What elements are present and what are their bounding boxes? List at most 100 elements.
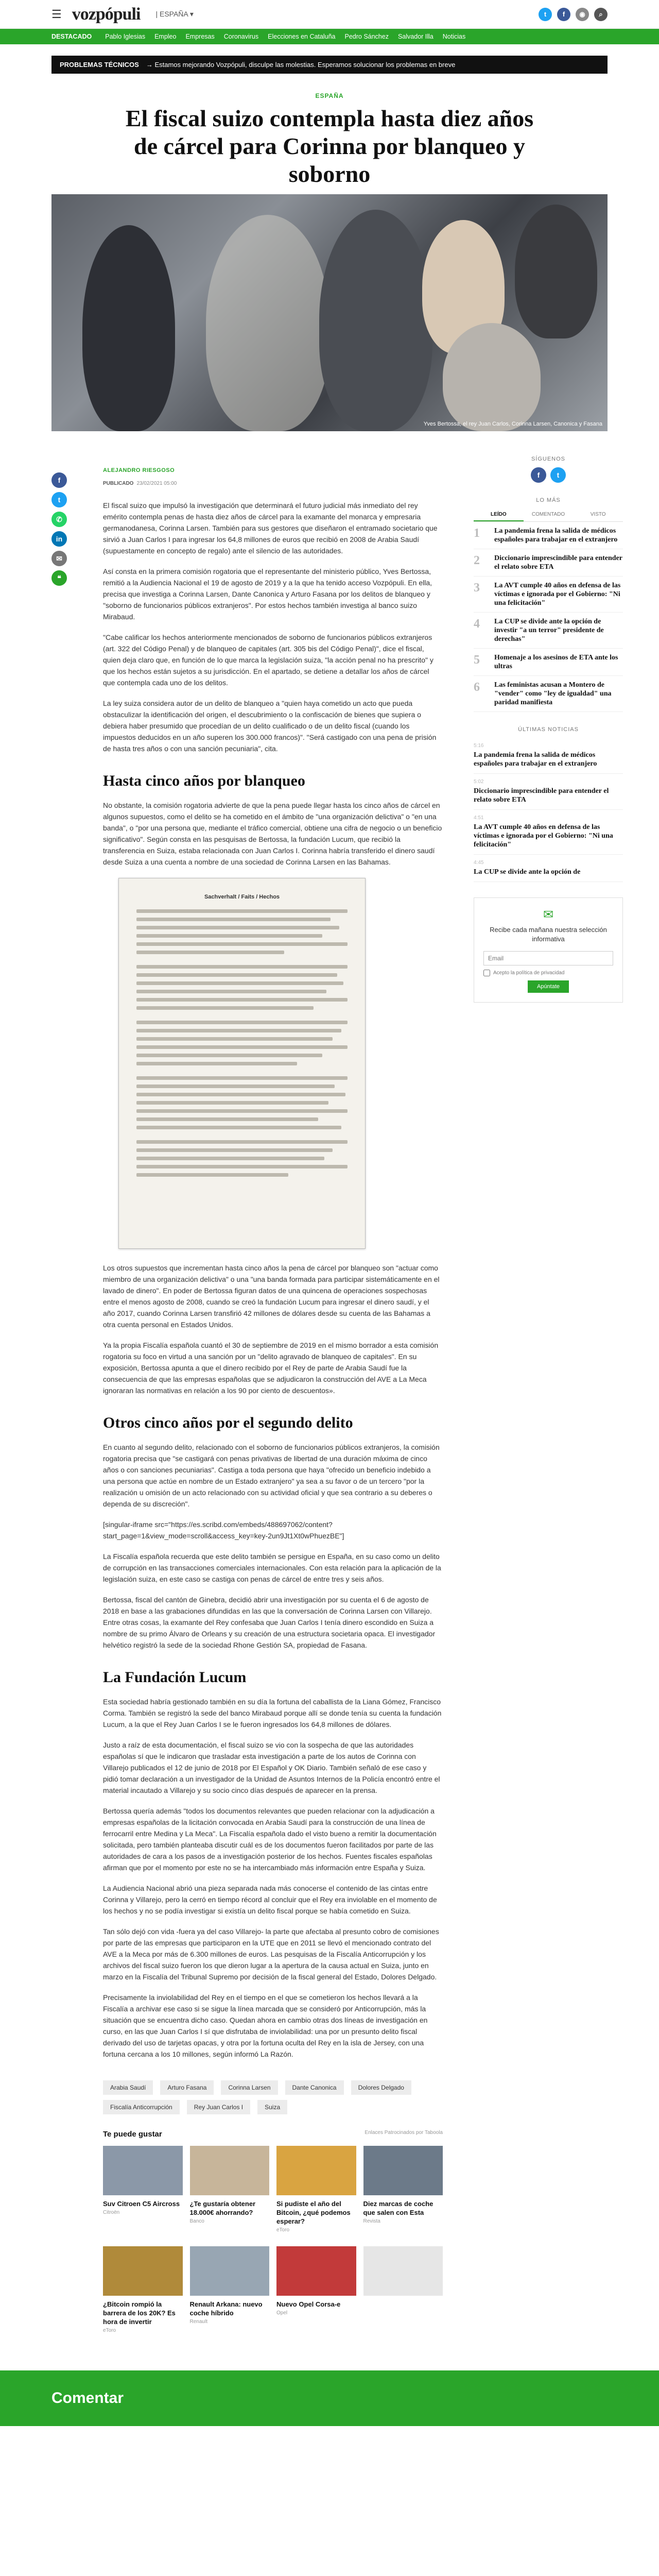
card-image bbox=[363, 2146, 443, 2195]
latest-item[interactable]: 4:51 La AVT cumple 40 años en defensa de … bbox=[474, 810, 623, 855]
nav-item-destacado[interactable]: DESTACADO bbox=[51, 33, 92, 40]
facebook-icon[interactable]: f bbox=[531, 467, 546, 483]
ranking-item[interactable]: 5 Homenaje a los asesinos de ETA ante los… bbox=[474, 649, 623, 676]
scanned-document: Sachverhalt / Faits / Hechos bbox=[118, 878, 366, 1249]
article-title: El fiscal suizo contempla hasta diez año… bbox=[125, 105, 534, 187]
recommended-card[interactable]: Si pudiste el año del Bitcoin, ¿qué pode… bbox=[276, 2146, 356, 2239]
paragraph: Esta sociedad habría gestionado también … bbox=[103, 1698, 442, 1728]
consent-check-input[interactable] bbox=[483, 970, 490, 976]
paragraph: No obstante, la comisión rogatoria advie… bbox=[103, 801, 442, 866]
whatsapp-icon[interactable]: ✆ bbox=[51, 512, 67, 527]
latest-title: La AVT cumple 40 años en defensa de las … bbox=[474, 823, 613, 849]
tag[interactable]: Suiza bbox=[257, 2100, 288, 2114]
twitter-icon[interactable]: t bbox=[550, 467, 566, 483]
recommended-card[interactable]: ¿Te gustaría obtener 18.000€ ahorrando? B… bbox=[189, 2146, 269, 2239]
latest-label: ÚLTIMAS NOTICIAS bbox=[518, 726, 579, 733]
tag[interactable]: Fiscalía Anticorrupción bbox=[103, 2100, 180, 2114]
comments-bar[interactable]: Comentar bbox=[0, 2370, 659, 2426]
consent-checkbox[interactable]: Acepto la política de privacidad bbox=[483, 970, 613, 976]
alert-text: → Estamos mejorando Vozpópuli, disculpe … bbox=[146, 61, 456, 69]
latest-time: 5:02 bbox=[474, 779, 484, 785]
document-line bbox=[136, 1148, 333, 1152]
card-source: Revista bbox=[363, 2218, 380, 2224]
comments-label: Comentar bbox=[51, 2389, 124, 2406]
recommended-card[interactable] bbox=[363, 2246, 443, 2340]
latest-item[interactable]: 4:45 La CUP se divide ante la opción de bbox=[474, 855, 623, 882]
newsletter-text: Recibe cada mañana nuestra selección inf… bbox=[490, 926, 607, 943]
card-image bbox=[276, 2146, 356, 2195]
nav-item[interactable]: Coronavirus bbox=[224, 33, 258, 40]
rank-number: 5 bbox=[474, 653, 480, 667]
document-line bbox=[136, 942, 348, 946]
document-line bbox=[136, 909, 348, 913]
site-logo[interactable]: vozpópuli bbox=[72, 5, 141, 24]
tab-visto[interactable]: VISTO bbox=[573, 509, 623, 521]
recommended-card[interactable]: Suv Citroen C5 Aircross Citroën bbox=[103, 2146, 183, 2239]
facebook-icon[interactable]: f bbox=[51, 472, 67, 488]
mail-icon[interactable]: ✉ bbox=[51, 551, 67, 566]
rank-title: La pandemia frena la salida de médicos e… bbox=[494, 527, 618, 544]
subheading: Otros cinco años por el segundo delito bbox=[103, 1414, 353, 1431]
newsletter-box: ✉ Recibe cada mañana nuestra selección i… bbox=[474, 897, 623, 1003]
tab-leido[interactable]: LEÍDO bbox=[474, 509, 524, 521]
twitter-icon[interactable]: t bbox=[539, 7, 552, 21]
tab-comentado[interactable]: COMENTADO bbox=[524, 509, 574, 521]
email-field[interactable] bbox=[483, 951, 613, 965]
tag[interactable]: Dolores Delgado bbox=[351, 2080, 411, 2095]
document-line bbox=[136, 1157, 324, 1160]
facebook-icon[interactable]: f bbox=[557, 7, 570, 21]
card-image bbox=[103, 2146, 183, 2195]
twitter-icon[interactable]: t bbox=[51, 492, 67, 507]
comment-icon[interactable]: ❝ bbox=[51, 570, 67, 586]
publish-label: PUBLICADO bbox=[103, 481, 134, 486]
nav-item[interactable]: Noticias bbox=[443, 33, 465, 40]
ranking-item[interactable]: 1 La pandemia frena la salida de médicos … bbox=[474, 522, 623, 549]
edition-selector[interactable]: | ESPAÑA ▾ bbox=[155, 10, 193, 19]
card-title: Si pudiste el año del Bitcoin, ¿qué pode… bbox=[276, 2200, 351, 2225]
document-line bbox=[136, 934, 322, 938]
hamburger-icon[interactable]: ☰ bbox=[51, 8, 62, 21]
nav-item[interactable]: Elecciones en Cataluña bbox=[268, 33, 335, 40]
user-icon[interactable]: ◉ bbox=[576, 7, 589, 21]
linkedin-icon[interactable]: in bbox=[51, 531, 67, 547]
consent-label: Acepto la política de privacidad bbox=[493, 970, 565, 976]
latest-item[interactable]: 5:02 Diccionario imprescindible para ente… bbox=[474, 774, 623, 810]
tag[interactable]: Dante Canonica bbox=[285, 2080, 344, 2095]
card-title: ¿Bitcoin rompió la barrera de los 20K? E… bbox=[103, 2300, 176, 2326]
recommended-card[interactable]: Nuevo Opel Corsa-e Opel bbox=[276, 2246, 356, 2340]
tag[interactable]: Arabia Saudí bbox=[103, 2080, 153, 2095]
rank-number: 4 bbox=[474, 617, 480, 631]
alert-banner: PROBLEMAS TÉCNICOS → Estamos mejorando V… bbox=[51, 56, 608, 74]
subheading: Hasta cinco años por blanqueo bbox=[103, 772, 305, 789]
tag[interactable]: Rey Juan Carlos I bbox=[186, 2100, 251, 2114]
card-title: Diez marcas de coche que salen con Esta bbox=[363, 2200, 433, 2216]
recommended-card[interactable]: Renault Arkana: nuevo coche híbrido Renau… bbox=[189, 2246, 269, 2340]
rank-title: La CUP se divide ante la opción de inves… bbox=[494, 618, 604, 643]
nav-item[interactable]: Pedro Sánchez bbox=[344, 33, 388, 40]
subscribe-button[interactable]: Apúntate bbox=[527, 980, 569, 993]
ranking-item[interactable]: 6 Las feministas acusan a Montero de "ven… bbox=[474, 676, 623, 712]
recommended-card[interactable]: Diez marcas de coche que salen con Esta R… bbox=[363, 2146, 443, 2239]
ranking-item[interactable]: 4 La CUP se divide ante la opción de inve… bbox=[474, 613, 623, 649]
hero-person-figure bbox=[82, 225, 175, 431]
rank-number: 3 bbox=[474, 581, 480, 595]
sponsored-label[interactable]: Enlaces Patrocinados por Taboola bbox=[365, 2130, 443, 2139]
tag[interactable]: Arturo Fasana bbox=[160, 2080, 214, 2095]
ranking-item[interactable]: 2 Diccionario imprescindible para entende… bbox=[474, 549, 623, 577]
latest-time: 4:45 bbox=[474, 860, 484, 866]
nav-item[interactable]: Pablo Iglesias bbox=[105, 33, 145, 40]
hero-person-figure bbox=[515, 205, 597, 338]
author-name[interactable]: ALEJANDRO RIESGOSO bbox=[103, 467, 443, 473]
section-tag[interactable]: ESPAÑA bbox=[51, 92, 608, 99]
search-icon[interactable]: ⌕ bbox=[594, 7, 608, 21]
nav-item[interactable]: Salvador Illa bbox=[398, 33, 433, 40]
nav-item[interactable]: Empresas bbox=[185, 33, 214, 40]
latest-item[interactable]: 5:16 La pandemia frena la salida de médic… bbox=[474, 738, 623, 774]
ranking-item[interactable]: 3 La AVT cumple 40 años en defensa de las… bbox=[474, 577, 623, 613]
nav-item[interactable]: Empleo bbox=[154, 33, 176, 40]
recommended-card[interactable]: ¿Bitcoin rompió la barrera de los 20K? E… bbox=[103, 2246, 183, 2340]
document-line bbox=[136, 1062, 297, 1065]
tag[interactable]: Corinna Larsen bbox=[221, 2080, 278, 2095]
document-line bbox=[136, 1140, 348, 1144]
